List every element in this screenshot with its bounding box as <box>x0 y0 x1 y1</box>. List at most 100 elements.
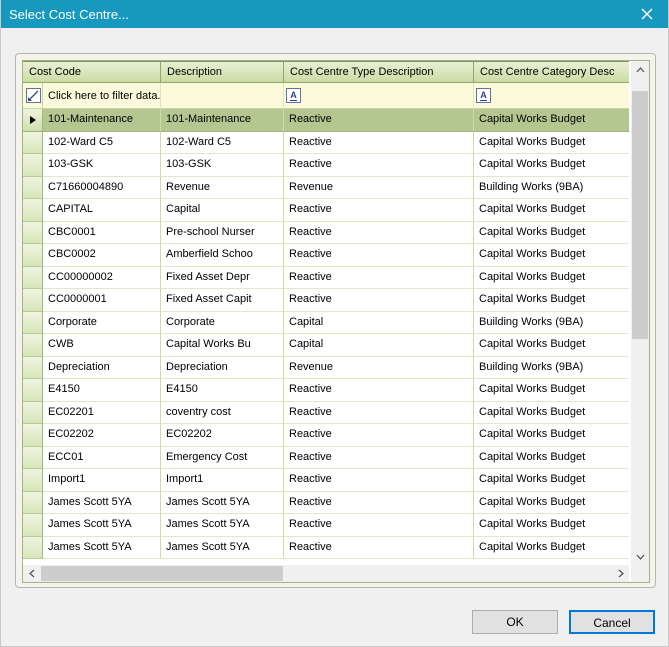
table-row[interactable]: James Scott 5YA James Scott 5YA Reactive… <box>23 537 629 560</box>
cell-type-description[interactable]: Reactive <box>284 154 474 177</box>
cell-description[interactable]: Amberfield Schoo <box>161 244 284 267</box>
table-row[interactable]: Depreciation Depreciation Revenue Buildi… <box>23 357 629 380</box>
table-row[interactable]: C71660004890 Revenue Revenue Building Wo… <box>23 177 629 200</box>
cell-cost-code[interactable]: EC02201 <box>43 402 161 425</box>
cell-type-description[interactable]: Reactive <box>284 222 474 245</box>
cell-cost-code[interactable]: CWB <box>43 334 161 357</box>
scroll-up-icon[interactable] <box>631 61 649 78</box>
cell-type-description[interactable]: Reactive <box>284 289 474 312</box>
table-row[interactable]: James Scott 5YA James Scott 5YA Reactive… <box>23 492 629 515</box>
cell-category-description[interactable]: Capital Works Budget <box>474 267 629 290</box>
cell-category-description[interactable]: Capital Works Budget <box>474 424 629 447</box>
table-row[interactable]: 101-Maintenance 101-Maintenance Reactive… <box>23 109 629 132</box>
cell-category-description[interactable]: Capital Works Budget <box>474 492 629 515</box>
cell-description[interactable]: Fixed Asset Capit <box>161 289 284 312</box>
cell-cost-code[interactable]: E4150 <box>43 379 161 402</box>
cell-type-description[interactable]: Reactive <box>284 402 474 425</box>
cell-type-description[interactable]: Reactive <box>284 514 474 537</box>
cell-type-description[interactable]: Capital <box>284 312 474 335</box>
row-indicator-cell[interactable] <box>23 109 43 132</box>
cell-category-description[interactable]: Capital Works Budget <box>474 379 629 402</box>
cell-category-description[interactable]: Building Works (9BA) <box>474 177 629 200</box>
horizontal-scrollbar[interactable] <box>23 565 629 582</box>
table-row[interactable]: CBC0001 Pre-school Nurser Reactive Capit… <box>23 222 629 245</box>
cell-description[interactable]: Capital <box>161 199 284 222</box>
row-indicator-cell[interactable] <box>23 312 43 335</box>
row-indicator-cell[interactable] <box>23 154 43 177</box>
table-row[interactable]: 103-GSK 103-GSK Reactive Capital Works B… <box>23 154 629 177</box>
cell-category-description[interactable]: Capital Works Budget <box>474 537 629 560</box>
cancel-button[interactable]: Cancel <box>569 610 655 634</box>
cell-type-description[interactable]: Revenue <box>284 357 474 380</box>
cell-category-description[interactable]: Capital Works Budget <box>474 199 629 222</box>
filter-cell-type[interactable]: A <box>284 83 474 108</box>
row-indicator-cell[interactable] <box>23 447 43 470</box>
scroll-left-icon[interactable] <box>23 565 40 582</box>
table-row[interactable]: CWB Capital Works Bu Capital Capital Wor… <box>23 334 629 357</box>
table-row[interactable]: CC0000001 Fixed Asset Capit Reactive Cap… <box>23 289 629 312</box>
cell-description[interactable]: Pre-school Nurser <box>161 222 284 245</box>
row-indicator-cell[interactable] <box>23 469 43 492</box>
cell-type-description[interactable]: Reactive <box>284 379 474 402</box>
horizontal-scrollbar-thumb[interactable] <box>41 566 283 581</box>
cell-type-description[interactable]: Reactive <box>284 267 474 290</box>
cell-cost-code[interactable]: CBC0002 <box>43 244 161 267</box>
cell-cost-code[interactable]: CC0000001 <box>43 289 161 312</box>
vertical-scrollbar-thumb[interactable] <box>632 91 648 339</box>
column-header-description[interactable]: Description <box>161 62 284 83</box>
alpha-filter-icon[interactable]: A <box>286 88 301 103</box>
row-indicator-cell[interactable] <box>23 132 43 155</box>
table-row[interactable]: Corporate Corporate Capital Building Wor… <box>23 312 629 335</box>
cell-type-description[interactable]: Reactive <box>284 109 474 132</box>
cell-type-description[interactable]: Capital <box>284 334 474 357</box>
filter-cell-category[interactable]: A <box>474 83 629 108</box>
table-row[interactable]: Import1 Import1 Reactive Capital Works B… <box>23 469 629 492</box>
close-button[interactable] <box>626 0 668 28</box>
cell-category-description[interactable]: Capital Works Budget <box>474 469 629 492</box>
vertical-scrollbar[interactable] <box>631 61 649 565</box>
cell-category-description[interactable]: Building Works (9BA) <box>474 312 629 335</box>
cell-cost-code[interactable]: Corporate <box>43 312 161 335</box>
row-indicator-cell[interactable] <box>23 289 43 312</box>
cell-description[interactable]: Capital Works Bu <box>161 334 284 357</box>
column-header-cost-code[interactable]: Cost Code <box>23 62 161 83</box>
row-indicator-cell[interactable] <box>23 177 43 200</box>
cell-type-description[interactable]: Reactive <box>284 469 474 492</box>
row-indicator-cell[interactable] <box>23 334 43 357</box>
table-row[interactable]: CBC0002 Amberfield Schoo Reactive Capita… <box>23 244 629 267</box>
cell-category-description[interactable]: Capital Works Budget <box>474 244 629 267</box>
table-row[interactable]: CC00000002 Fixed Asset Depr Reactive Cap… <box>23 267 629 290</box>
row-indicator-cell[interactable] <box>23 492 43 515</box>
cell-category-description[interactable]: Capital Works Budget <box>474 109 629 132</box>
cell-cost-code[interactable]: C71660004890 <box>43 177 161 200</box>
cell-cost-code[interactable]: Import1 <box>43 469 161 492</box>
cell-category-description[interactable]: Capital Works Budget <box>474 334 629 357</box>
cell-type-description[interactable]: Reactive <box>284 492 474 515</box>
table-row[interactable]: James Scott 5YA James Scott 5YA Reactive… <box>23 514 629 537</box>
row-indicator-cell[interactable] <box>23 379 43 402</box>
cell-type-description[interactable]: Reactive <box>284 447 474 470</box>
row-indicator-cell[interactable] <box>23 357 43 380</box>
cell-description[interactable]: James Scott 5YA <box>161 492 284 515</box>
cell-cost-code[interactable]: James Scott 5YA <box>43 537 161 560</box>
cell-cost-code[interactable]: James Scott 5YA <box>43 514 161 537</box>
cell-description[interactable]: EC02202 <box>161 424 284 447</box>
row-indicator-cell[interactable] <box>23 424 43 447</box>
filter-row-header[interactable] <box>23 83 43 108</box>
table-row[interactable]: E4150 E4150 Reactive Capital Works Budge… <box>23 379 629 402</box>
row-indicator-cell[interactable] <box>23 267 43 290</box>
cell-category-description[interactable]: Capital Works Budget <box>474 154 629 177</box>
cell-cost-code[interactable]: 103-GSK <box>43 154 161 177</box>
filter-cell-cost-code[interactable]: Click here to filter data... <box>43 83 161 108</box>
scroll-right-icon[interactable] <box>612 565 629 582</box>
cell-cost-code[interactable]: CC00000002 <box>43 267 161 290</box>
table-row[interactable]: 102-Ward C5 102-Ward C5 Reactive Capital… <box>23 132 629 155</box>
cell-category-description[interactable]: Capital Works Budget <box>474 402 629 425</box>
cell-description[interactable]: 102-Ward C5 <box>161 132 284 155</box>
cell-category-description[interactable]: Building Works (9BA) <box>474 357 629 380</box>
cell-cost-code[interactable]: ECC01 <box>43 447 161 470</box>
cell-type-description[interactable]: Reactive <box>284 132 474 155</box>
scroll-down-icon[interactable] <box>631 548 649 565</box>
cell-category-description[interactable]: Capital Works Budget <box>474 447 629 470</box>
row-indicator-cell[interactable] <box>23 199 43 222</box>
